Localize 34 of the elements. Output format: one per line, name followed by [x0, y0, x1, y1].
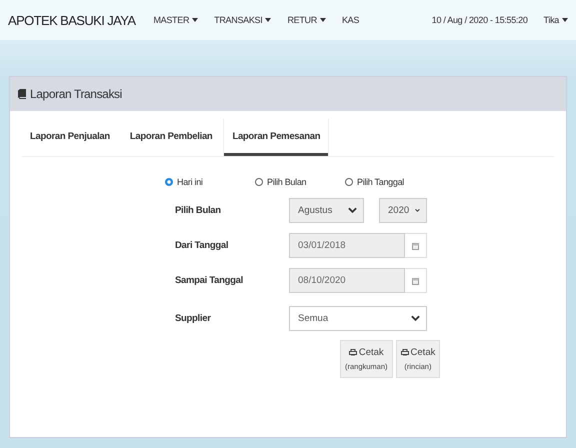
nav-menu[interactable]: KAS [342, 15, 360, 25]
brand-name[interactable]: APOTEK BASUKI JAYA [8, 12, 136, 28]
field-label: Supplier [174, 312, 212, 324]
calendar-button[interactable] [405, 268, 427, 293]
nav-menu[interactable]: MASTER [153, 15, 198, 25]
supplier-select[interactable]: Semua [289, 306, 427, 330]
calendar-icon [412, 276, 419, 284]
radio-button[interactable] [165, 178, 173, 186]
panel-title: Laporan Transaksi [30, 87, 122, 101]
radio-label: Hari ini [177, 177, 203, 187]
field-label: Sampai Tanggal [174, 275, 244, 286]
date-time: 10 / Aug / 2020 - 15:55:20 [432, 15, 528, 25]
radio-button[interactable] [345, 178, 353, 186]
radio-label: Pilih Tanggal [357, 177, 404, 187]
caret-icon [562, 18, 568, 22]
radio-label: Pilih Bulan [267, 177, 306, 187]
book-icon [18, 89, 26, 99]
calendar-icon [412, 242, 419, 250]
calendar-button[interactable] [405, 233, 427, 258]
nav-menu[interactable]: RETUR [287, 15, 326, 25]
chevron-icon [348, 207, 357, 214]
field-label: Dari Tanggal [174, 240, 230, 251]
nav-menu[interactable]: TRANSAKSI [214, 15, 272, 25]
chevron-icon [415, 207, 420, 214]
radio-button[interactable] [255, 178, 263, 186]
user-menu[interactable]: Tika [544, 15, 568, 25]
report-tab[interactable]: Laporan Pemesanan [224, 119, 328, 156]
printer-icon [400, 349, 409, 356]
caret-icon [192, 18, 198, 22]
chevron-icon [411, 314, 420, 322]
caret-icon [265, 18, 272, 22]
printer-icon [348, 349, 357, 356]
field-label: Pilih Bulan [174, 205, 222, 216]
caret-icon [320, 18, 326, 22]
